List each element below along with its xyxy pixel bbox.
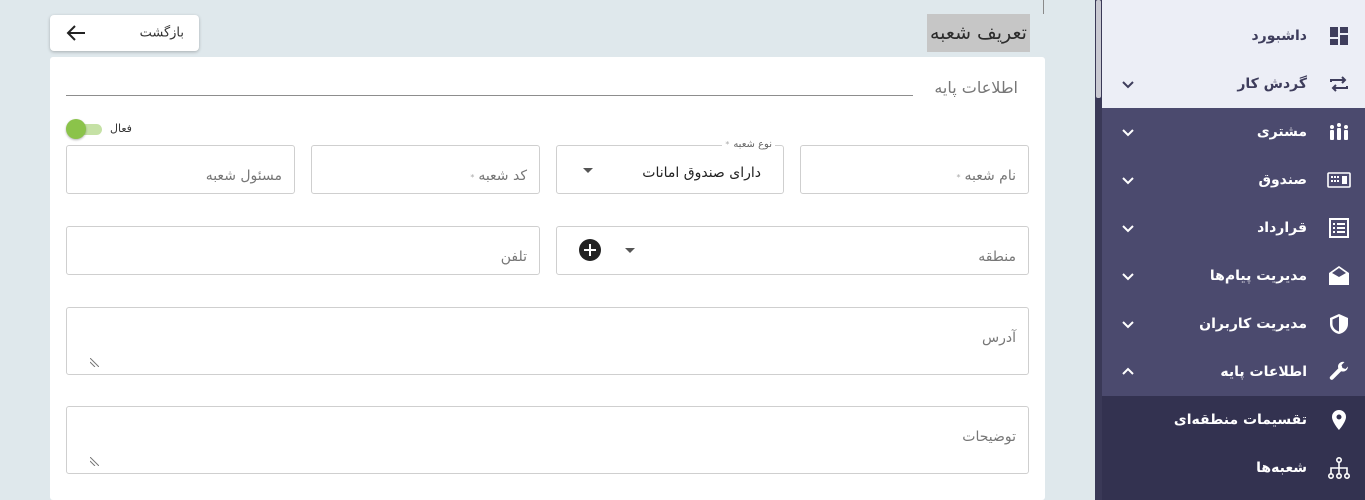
sidebar-item-label: تقسیمات منطقه‌ای — [1173, 412, 1307, 428]
sidebar-scrollbar-thumb[interactable] — [1096, 0, 1101, 98]
sidebar-item-label: داشبورد — [1251, 28, 1308, 44]
resize-handle-icon[interactable] — [90, 358, 99, 367]
safe-icon — [1327, 172, 1351, 188]
repeat-icon — [1330, 76, 1348, 92]
description-textarea[interactable]: توضیحات — [66, 406, 1029, 474]
phone-placeholder: تلفن — [500, 249, 527, 265]
chevron-down-icon[interactable] — [1120, 220, 1136, 236]
arrow-left-icon — [66, 25, 85, 41]
address-textarea[interactable]: آدرس — [66, 307, 1029, 375]
region-placeholder: منطقه — [978, 249, 1016, 265]
region-select[interactable]: منطقه — [556, 226, 1029, 275]
sidebar-item-dashboard[interactable]: داشبورد — [1102, 12, 1365, 60]
chevron-down-icon[interactable] — [1120, 76, 1136, 92]
branch-type-value: دارای صندوق امانات — [642, 165, 761, 181]
wrench-icon — [1329, 361, 1349, 380]
sidebar-item-safe[interactable]: صندوق — [1102, 156, 1365, 204]
back-button-label: بازگشت — [139, 25, 184, 41]
sidebar-item-label: گردش کار — [1237, 76, 1307, 92]
sidebar-item-label: اطلاعات پایه — [1220, 364, 1307, 380]
description-placeholder: توضیحات — [962, 429, 1016, 445]
hierarchy-icon — [1327, 456, 1350, 479]
branch-code-placeholder: کد شعبه* — [470, 168, 527, 184]
sidebar-subitem-regions[interactable]: تقسیمات منطقه‌ای — [1102, 396, 1365, 444]
phone-field[interactable]: تلفن — [66, 226, 540, 275]
branch-name-placeholder: نام شعبه* — [956, 168, 1017, 184]
add-region-icon[interactable] — [579, 239, 601, 261]
dashboard-icon — [1330, 27, 1348, 45]
toggle-knob — [66, 119, 86, 139]
sidebar-item-base-info[interactable]: اطلاعات پایه — [1102, 348, 1365, 396]
branch-type-select[interactable]: نوع شعبه* دارای صندوق امانات — [556, 139, 784, 194]
sidebar-item-customer[interactable]: مشتری — [1102, 108, 1365, 156]
sidebar-item-workflow[interactable]: گردش کار — [1102, 60, 1365, 108]
location-pin-icon — [1332, 410, 1346, 430]
shield-icon — [1330, 314, 1348, 334]
sidebar-item-label: قرارداد — [1257, 220, 1307, 236]
active-toggle-label: فعال — [110, 122, 132, 135]
resize-handle-icon[interactable] — [90, 457, 99, 466]
sidebar-item-label: مدیریت کاربران — [1199, 316, 1307, 332]
contract-icon — [1329, 218, 1349, 238]
chevron-up-icon[interactable] — [1120, 364, 1136, 380]
back-button[interactable]: بازگشت — [50, 15, 199, 51]
branch-manager-placeholder: مسئول شعبه — [205, 168, 282, 184]
people-icon — [1330, 123, 1348, 140]
sidebar-subitem-branches[interactable]: شعبه‌ها — [1102, 444, 1365, 492]
branch-name-field[interactable]: نام شعبه* — [800, 145, 1029, 194]
chevron-down-icon[interactable] — [1120, 172, 1136, 188]
sidebar-item-contract[interactable]: قرارداد — [1102, 204, 1365, 252]
address-placeholder: آدرس — [982, 330, 1016, 346]
branch-code-field[interactable]: کد شعبه* — [311, 145, 540, 194]
sidebar-item-users[interactable]: مدیریت کاربران — [1102, 300, 1365, 348]
chevron-down-icon[interactable] — [1120, 316, 1136, 332]
sidebar-item-label: صندوق — [1258, 172, 1307, 188]
caret-down-icon[interactable] — [625, 248, 635, 253]
chevron-down-icon[interactable] — [1120, 268, 1136, 284]
envelope-icon — [1329, 266, 1349, 285]
section-title: اطلاعات پایه — [934, 78, 1018, 97]
branch-type-label: نوع شعبه* — [722, 139, 775, 150]
divider — [1043, 0, 1044, 14]
caret-down-icon — [583, 168, 593, 173]
sidebar-item-label: شعبه‌ها — [1256, 460, 1307, 476]
chevron-down-icon[interactable] — [1120, 124, 1136, 140]
sidebar-item-label: مدیریت پیام‌ها — [1209, 268, 1307, 284]
sidebar-item-label: مشتری — [1256, 124, 1307, 140]
sidebar-item-messages[interactable]: مدیریت پیام‌ها — [1102, 252, 1365, 300]
active-toggle[interactable] — [66, 119, 102, 139]
branch-manager-field[interactable]: مسئول شعبه — [66, 145, 295, 194]
page-title: تعریف شعبه — [927, 14, 1030, 52]
section-divider — [66, 95, 913, 96]
